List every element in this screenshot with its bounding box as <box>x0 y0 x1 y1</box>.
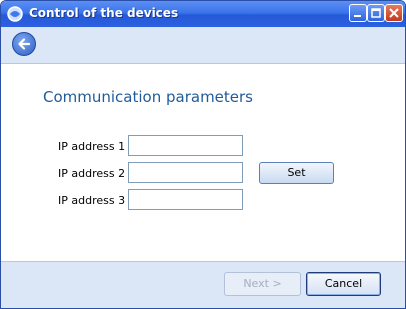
set-button[interactable]: Set <box>259 162 334 184</box>
page-title: Communication parameters <box>43 88 253 106</box>
app-icon <box>6 5 24 23</box>
ip-address-1-label: IP address 1 <box>58 140 126 153</box>
minimize-button[interactable] <box>349 4 367 22</box>
close-button[interactable] <box>385 4 403 22</box>
close-icon <box>389 8 399 18</box>
navigation-bar <box>1 27 405 64</box>
app-window: Control of the devices Communication par… <box>0 0 406 309</box>
ip-address-2-label: IP address 2 <box>58 167 126 180</box>
back-button[interactable] <box>12 32 36 56</box>
title-bar[interactable]: Control of the devices <box>1 1 405 27</box>
footer-bar: Next > Cancel <box>1 261 405 308</box>
next-button[interactable]: Next > <box>224 272 301 296</box>
ip-address-3-label: IP address 3 <box>58 194 126 207</box>
cancel-button[interactable]: Cancel <box>306 272 381 296</box>
ip-address-3-input[interactable] <box>128 189 243 210</box>
maximize-button[interactable] <box>367 4 385 22</box>
ip-address-1-input[interactable] <box>128 135 243 156</box>
ip-address-2-input[interactable] <box>128 162 243 183</box>
window-title: Control of the devices <box>29 6 179 20</box>
maximize-icon <box>371 8 381 18</box>
minimize-icon <box>354 15 361 17</box>
back-arrow-icon <box>18 38 31 50</box>
